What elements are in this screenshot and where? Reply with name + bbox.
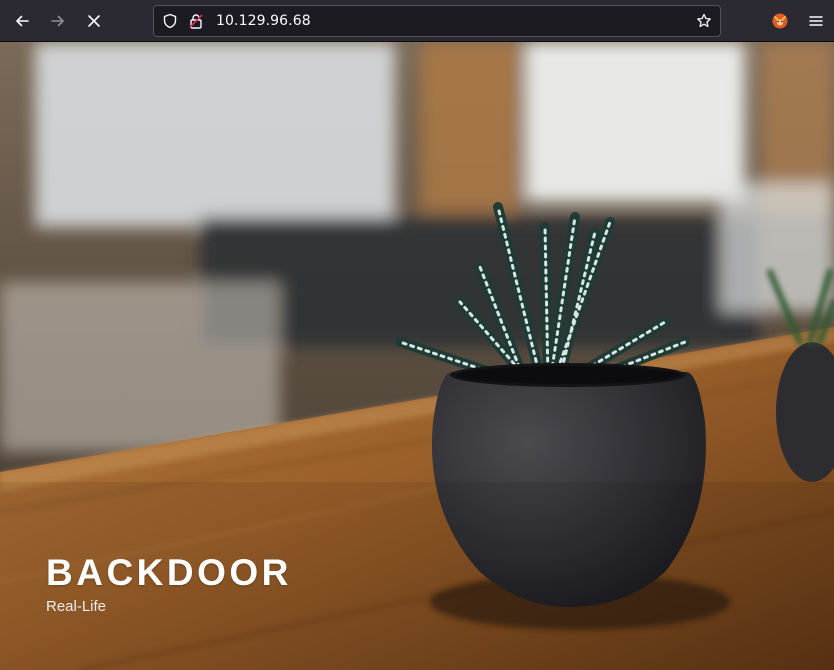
arrow-right-icon	[51, 15, 64, 27]
fox-extension-icon	[772, 13, 788, 29]
stop-button[interactable]	[80, 7, 108, 35]
url-text[interactable]: 10.129.96.68	[216, 6, 311, 36]
lock-warning-icon[interactable]	[188, 13, 204, 29]
close-icon	[88, 15, 100, 27]
site-tagline: Real-Life	[46, 598, 107, 615]
url-bar[interactable]: 10.129.96.68	[153, 5, 721, 37]
hamburger-menu-icon	[809, 16, 823, 26]
page-content: BACKDOOR Real-Life	[0, 42, 834, 670]
site-title: BACKDOOR	[46, 552, 292, 593]
forward-button[interactable]	[44, 7, 72, 35]
browser-toolbar: 10.129.96.68	[0, 0, 834, 42]
extension-button[interactable]	[766, 7, 794, 35]
back-button[interactable]	[8, 7, 36, 35]
arrow-left-icon	[16, 15, 29, 27]
menu-button[interactable]	[802, 7, 830, 35]
shield-icon[interactable]	[162, 13, 178, 29]
star-icon[interactable]	[696, 13, 712, 29]
